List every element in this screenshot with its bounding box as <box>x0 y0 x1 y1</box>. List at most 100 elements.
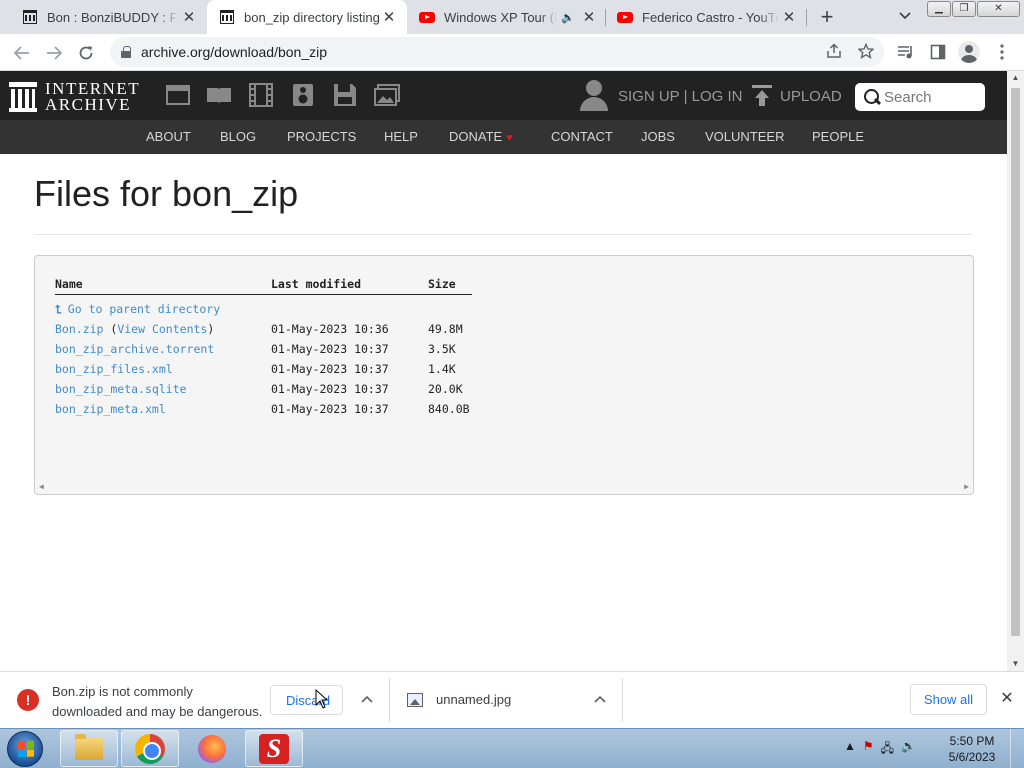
bookmark-star-icon[interactable] <box>856 42 876 60</box>
parent-directory-link[interactable]: ⮤ Go to parent directory <box>55 302 220 317</box>
taskbar-chrome[interactable] <box>121 730 179 767</box>
shelf-separator <box>622 678 623 722</box>
show-desktop-button[interactable] <box>1010 729 1024 768</box>
forward-arrow-icon[interactable] <box>42 42 66 64</box>
lock-icon[interactable] <box>121 46 131 58</box>
images-icon[interactable] <box>374 83 400 107</box>
close-tab-icon[interactable]: ✕ <box>179 7 199 27</box>
directory-listing: Name Last modified Size ⮤ Go to parent di… <box>34 255 974 495</box>
network-icon[interactable]: 🖧 <box>881 739 894 760</box>
nav-jobs[interactable]: JOBS <box>641 129 675 144</box>
taskbar-explorer[interactable] <box>60 730 118 767</box>
column-header-name[interactable]: Name <box>55 277 83 291</box>
page-title: Files for bon_zip <box>34 173 299 214</box>
download-options-chevron-icon[interactable] <box>359 691 375 707</box>
tab-windows-xp-tour[interactable]: Windows XP Tour (Be 🔈 ✕ <box>407 0 607 34</box>
scroll-right-arrow-icon[interactable]: ▶ <box>964 482 969 491</box>
file-link[interactable]: bon_zip_files.xml <box>55 362 173 376</box>
file-link[interactable]: bon_zip_meta.xml <box>55 402 166 416</box>
system-tray: ▲ ⚑ 🖧 🔊 <box>844 739 916 760</box>
youtube-icon <box>617 9 633 25</box>
close-tab-icon[interactable]: ✕ <box>379 7 399 27</box>
upload-link[interactable]: UPLOAD <box>780 88 842 105</box>
download-shelf: ! Bon.zip is not commonly downloaded and… <box>0 671 1024 728</box>
ia-search-box[interactable]: Search <box>855 83 985 111</box>
horizontal-scrollbar[interactable]: ◀ ▶ <box>35 480 973 494</box>
file-link[interactable]: bon_zip_archive.torrent <box>55 342 214 356</box>
start-button[interactable] <box>7 731 43 767</box>
action-center-flag-icon[interactable]: ⚑ <box>863 739 874 760</box>
tab-separator <box>605 9 606 26</box>
scrollbar-thumb[interactable] <box>1011 88 1020 636</box>
reload-icon[interactable] <box>74 42 98 64</box>
file-modified: 01-May-2023 10:36 <box>271 322 389 336</box>
warning-icon: ! <box>17 689 39 711</box>
show-hidden-icons-icon[interactable]: ▲ <box>844 739 856 760</box>
chrome-icon <box>135 733 165 764</box>
web-icon[interactable] <box>165 83 191 107</box>
internet-archive-logo[interactable]: INTERNET ARCHIVE <box>9 80 140 113</box>
new-tab-button[interactable]: + <box>815 4 839 29</box>
signup-login-link[interactable]: SIGN UP | LOG IN <box>618 88 742 105</box>
download-filename[interactable]: unnamed.jpg <box>436 692 511 707</box>
speaker-icon[interactable]: 🔈 <box>561 11 575 24</box>
video-film-icon[interactable] <box>248 83 274 107</box>
nav-people[interactable]: PEOPLE <box>812 129 864 144</box>
file-size: 20.0K <box>428 382 463 396</box>
address-bar[interactable]: archive.org/download/bon_zip <box>110 37 884 67</box>
nav-contact[interactable]: CONTACT <box>551 129 613 144</box>
scroll-left-arrow-icon[interactable]: ◀ <box>39 482 44 491</box>
media-controls-icon[interactable] <box>896 42 916 62</box>
minimize-button[interactable]: ▁ <box>927 1 951 17</box>
close-tab-icon[interactable]: ✕ <box>579 7 599 27</box>
close-tab-icon[interactable]: ✕ <box>779 7 799 27</box>
file-modified: 01-May-2023 10:37 <box>271 382 389 396</box>
profile-avatar[interactable] <box>958 41 980 63</box>
search-placeholder[interactable]: Search <box>884 89 932 106</box>
user-account-icon[interactable] <box>580 80 608 112</box>
nav-about[interactable]: ABOUT <box>146 129 191 144</box>
view-contents-link[interactable]: View Contents <box>117 322 207 336</box>
scroll-down-arrow-icon[interactable]: ▼ <box>1007 657 1024 671</box>
tab-federico-castro[interactable]: Federico Castro - YouTub ✕ <box>607 0 807 34</box>
vertical-scrollbar[interactable]: ▲ ▼ <box>1007 71 1024 671</box>
upload-icon[interactable] <box>752 85 772 107</box>
tab-search-chevron-icon[interactable] <box>896 7 914 25</box>
download-options-chevron-icon[interactable] <box>592 691 608 707</box>
header-rule <box>55 294 472 295</box>
texts-book-icon[interactable] <box>206 83 232 107</box>
back-arrow-icon[interactable] <box>10 42 34 64</box>
side-panel-icon[interactable] <box>928 42 948 62</box>
close-shelf-icon[interactable]: ✕ <box>998 690 1016 708</box>
show-all-button[interactable]: Show all <box>910 684 987 715</box>
close-window-button[interactable]: ✕ <box>977 1 1020 17</box>
discard-button[interactable]: Discard <box>270 685 343 715</box>
nav-donate[interactable]: DONATE ♥ <box>449 129 513 144</box>
ia-subnav: ABOUT BLOG PROJECTS HELP DONATE ♥ CONTACT… <box>0 120 1007 154</box>
ia-header: INTERNET ARCHIVE SIGN UP | LOG IN UPLOAD… <box>0 71 1007 120</box>
file-link[interactable]: Bon.zip <box>55 322 103 336</box>
url-text[interactable]: archive.org/download/bon_zip <box>141 44 327 60</box>
file-size: 840.0B <box>428 402 470 416</box>
nav-projects[interactable]: PROJECTS <box>287 129 356 144</box>
file-size: 1.4K <box>428 362 456 376</box>
nav-blog[interactable]: BLOG <box>220 129 256 144</box>
column-header-modified[interactable]: Last modified <box>271 277 361 291</box>
audio-speaker-icon[interactable] <box>290 83 316 107</box>
taskbar-app-s[interactable]: S <box>245 730 303 767</box>
share-icon[interactable] <box>824 42 844 60</box>
software-disk-icon[interactable] <box>332 83 358 107</box>
file-link[interactable]: bon_zip_meta.sqlite <box>55 382 187 396</box>
restore-button[interactable]: ❐ <box>952 1 976 17</box>
nav-help[interactable]: HELP <box>384 129 418 144</box>
paren: ) <box>207 322 215 336</box>
column-header-size[interactable]: Size <box>428 277 456 291</box>
tab-bonzibuddy[interactable]: Bon : BonziBUDDY : Free ✕ <box>0 0 207 34</box>
nav-volunteer[interactable]: VOLUNTEER <box>705 129 784 144</box>
more-menu-icon[interactable] <box>992 42 1012 62</box>
tab-bon-zip-listing[interactable]: bon_zip directory listing ✕ <box>207 0 407 34</box>
system-clock[interactable]: 5:50 PM 5/6/2023 <box>940 733 1004 765</box>
volume-icon[interactable]: 🔊 <box>901 739 916 760</box>
scroll-up-arrow-icon[interactable]: ▲ <box>1007 71 1024 85</box>
taskbar-firefox[interactable] <box>183 730 241 767</box>
